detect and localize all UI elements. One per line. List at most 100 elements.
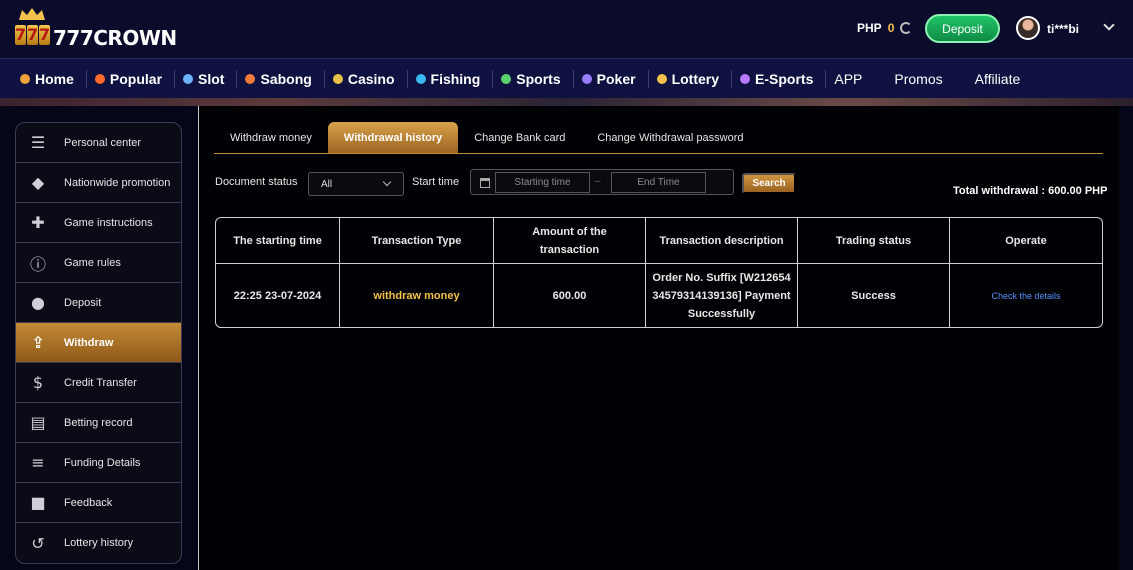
nav-item-label: Casino xyxy=(347,70,395,87)
nav-item-label: Slot xyxy=(198,70,225,87)
sidebar-item-label: Lottery history xyxy=(64,537,134,549)
column-header: Transaction description xyxy=(646,218,798,263)
tab-change-withdrawal-password[interactable]: Change Withdrawal password xyxy=(581,122,759,153)
user-card-icon: ☰ xyxy=(30,133,46,152)
nav-item-promos[interactable]: Promos xyxy=(894,70,954,88)
deposit-button[interactable]: Deposit xyxy=(925,14,1000,43)
piggy-bank-icon: ● xyxy=(31,293,45,312)
column-header: Operate xyxy=(1005,234,1047,247)
nav-item-label: APP xyxy=(834,70,863,87)
time-cell: 22:25 23-07-2024 xyxy=(216,264,340,327)
nav-item-label: Lottery xyxy=(671,70,720,87)
nav-item-home[interactable]: Home xyxy=(20,69,87,88)
avatar[interactable] xyxy=(1016,16,1040,40)
document-status-select[interactable]: All xyxy=(308,172,404,196)
sidebar-item-betting-record[interactable]: ▤ Betting record xyxy=(16,403,181,443)
balance-amount: 0 xyxy=(887,21,895,35)
column-header: Transaction Type xyxy=(340,218,494,263)
diamond-icon: ◆ xyxy=(31,173,45,192)
tab-withdrawal-history[interactable]: Withdrawal history xyxy=(327,122,459,153)
sidebar-item-label: Feedback xyxy=(64,496,113,509)
fish-icon xyxy=(415,73,426,84)
tab-withdraw-money[interactable]: Withdraw money xyxy=(214,122,328,153)
nav-item-label: Home xyxy=(35,70,74,87)
sidebar-item-credit-transfer[interactable]: $ Credit Transfer xyxy=(16,363,181,403)
poker-icon xyxy=(581,73,592,84)
main-nav: Home Popular Slot Sabong Casino Fishing Sports… xyxy=(0,58,1133,98)
nav-item-label: E-Sports xyxy=(755,70,814,87)
sidebar-item-game-instructions[interactable]: ✚ Game instructions xyxy=(16,203,181,243)
nav-item-casino[interactable]: Casino xyxy=(332,69,408,88)
username[interactable]: ti***bi xyxy=(1047,22,1079,36)
sidebar-item-personal-center[interactable]: ☰ Personal center xyxy=(16,123,181,163)
banner-strip xyxy=(0,98,1133,106)
clipboard-icon: ▤ xyxy=(30,413,46,432)
sidebar-item-label: Deposit xyxy=(64,296,102,309)
slot-icon xyxy=(183,73,194,84)
document-status-label: Document status xyxy=(215,176,298,188)
sidebar-item-funding-details[interactable]: ≡ Funding Details xyxy=(16,443,181,483)
withdraw-icon: ⇪ xyxy=(31,333,45,352)
nav-item-label: Promos xyxy=(894,70,943,87)
description-cell: Order No. Suffix [W21265434579314139136]… xyxy=(646,264,798,327)
top-header: 777 777CROWN PHP 0 Deposit ti***bi xyxy=(0,0,1133,58)
sidebar-item-label: Withdraw xyxy=(64,336,114,349)
crown-icon xyxy=(19,8,45,20)
coins-icon: ≡ xyxy=(31,453,45,472)
nav-item-esports[interactable]: E-Sports xyxy=(740,69,827,88)
sidebar-item-label: Game instructions xyxy=(64,216,153,229)
nav-item-label: Sabong xyxy=(260,70,312,87)
sevens-icon: 777 xyxy=(15,25,51,45)
nav-item-lottery[interactable]: Lottery xyxy=(656,69,733,88)
chat-icon: ■ xyxy=(30,493,46,512)
dollar-circle-icon: $ xyxy=(32,373,44,392)
column-header: The starting time xyxy=(216,218,340,263)
table-row: 22:25 23-07-2024 withdraw money 600.00 O… xyxy=(216,264,1102,327)
column-header: Amount of the transaction xyxy=(494,218,646,263)
sidebar-item-lottery-history[interactable]: ↺ Lottery history xyxy=(16,523,181,563)
sidebar-item-label: Game rules xyxy=(64,256,121,269)
starting-time-input[interactable]: Starting time xyxy=(495,172,590,193)
nav-item-sabong[interactable]: Sabong xyxy=(245,69,325,88)
nav-item-affiliate[interactable]: Affiliate xyxy=(975,70,1033,88)
sidebar-item-feedback[interactable]: ■ Feedback xyxy=(16,483,181,523)
end-time-input[interactable]: End Time xyxy=(611,172,706,193)
account-sidebar: ☰ Personal center ◆ Nationwide promotion ✚ Ga… xyxy=(15,122,182,564)
nav-item-label: Affiliate xyxy=(974,70,1021,87)
refresh-icon[interactable] xyxy=(900,22,913,34)
sidebar-item-game-rules[interactable]: ⓘ Game rules xyxy=(16,243,181,283)
nav-item-fishing[interactable]: Fishing xyxy=(415,69,494,88)
brand-name: 777CROWN xyxy=(53,26,177,50)
dealer-icon xyxy=(332,73,343,84)
nav-item-label: Popular xyxy=(109,70,163,87)
column-header: Trading status xyxy=(798,218,950,263)
chevron-down-icon[interactable] xyxy=(1103,19,1115,31)
history-icon: ↺ xyxy=(31,533,45,553)
sidebar-item-deposit[interactable]: ● Deposit xyxy=(16,283,181,323)
operate-cell: Check the details xyxy=(950,264,1102,327)
info-icon: ⓘ xyxy=(29,254,46,274)
sidebar-item-nationwide-promotion[interactable]: ◆ Nationwide promotion xyxy=(16,163,181,203)
nav-item-sports[interactable]: Sports xyxy=(501,69,574,88)
total-withdrawal: Total withdrawal : 600.00 PHP xyxy=(953,185,1108,197)
sidebar-item-withdraw[interactable]: ⇪ Withdraw xyxy=(16,323,181,363)
tab-change-bank-card[interactable]: Change Bank card xyxy=(458,122,581,153)
amount-cell: 600.00 xyxy=(494,264,646,327)
check-details-link[interactable]: Check the details xyxy=(991,287,1060,305)
search-button[interactable]: Search xyxy=(742,173,796,194)
tab-bar: Withdraw money Withdrawal history Change B… xyxy=(214,122,1103,154)
type-cell: withdraw money xyxy=(340,264,494,327)
date-range-picker[interactable]: Starting time – End Time xyxy=(470,169,734,195)
sidebar-item-label: Credit Transfer xyxy=(64,376,137,389)
gamepad-icon: ✚ xyxy=(31,213,45,232)
nav-item-app[interactable]: APP xyxy=(834,70,874,88)
document-status-value: All xyxy=(321,178,333,190)
nav-item-slot[interactable]: Slot xyxy=(183,69,238,88)
nav-item-popular[interactable]: Popular xyxy=(94,69,176,88)
nav-item-poker[interactable]: Poker xyxy=(581,69,649,88)
withdrawal-history-table: The starting time Transaction Type Amoun… xyxy=(215,217,1103,328)
currency-label: PHP xyxy=(857,21,882,35)
wallet-balance: PHP 0 xyxy=(857,21,913,35)
nav-item-label: Sports xyxy=(516,70,561,87)
nav-item-label: Poker xyxy=(596,70,636,87)
